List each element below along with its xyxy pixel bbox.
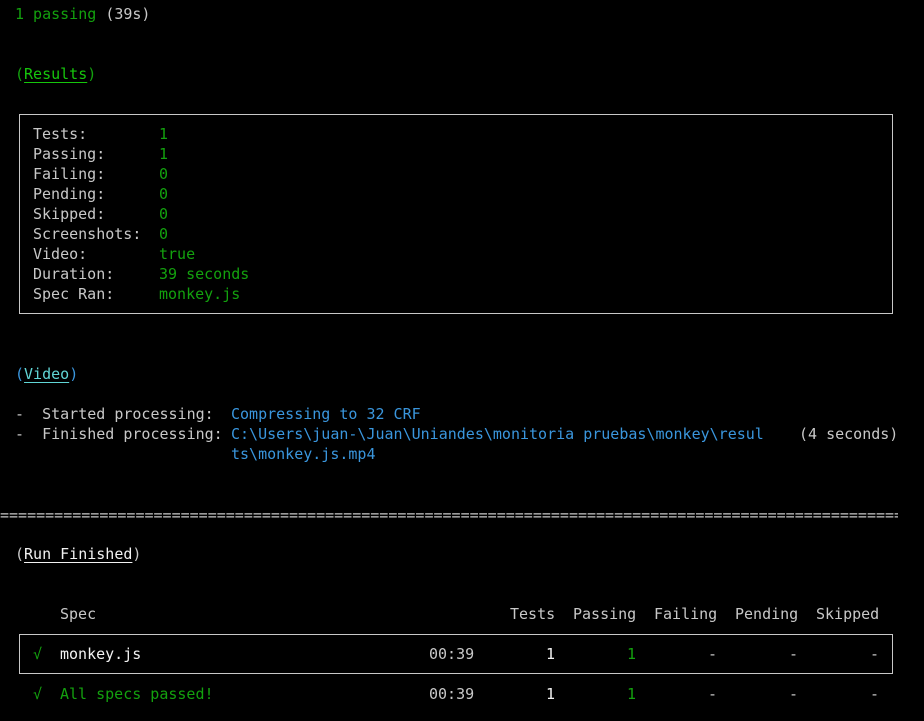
summary-pending: - <box>789 685 799 703</box>
video-file-path-continued: ts\monkey.js.mp4 <box>231 445 376 463</box>
separator-line: ========================================… <box>0 506 898 524</box>
video-finished-label: Finished processing: <box>42 425 223 443</box>
video-heading-label: Video <box>24 365 70 383</box>
video-started-row: - Started processing: <box>15 405 214 423</box>
summary-message: All specs passed! <box>60 685 214 703</box>
check-icon: √ <box>33 645 43 663</box>
results-value-failing: 0 <box>159 165 169 183</box>
column-header-tests: Tests <box>510 605 556 623</box>
passing-summary: 1 passing (39s) <box>15 4 150 24</box>
results-value-video: true <box>159 245 196 263</box>
summary-tests: 1 <box>546 685 556 703</box>
spec-row-time: 00:39 <box>429 645 475 663</box>
results-label-spec-ran: Spec Ran: <box>33 285 115 303</box>
results-label-duration: Duration: <box>33 265 115 283</box>
spec-row-pending: - <box>789 645 799 663</box>
results-label-screenshots: Screenshots: <box>33 225 142 243</box>
summary-failing: - <box>708 685 718 703</box>
column-header-failing: Failing <box>654 605 718 623</box>
results-value-spec-ran: monkey.js <box>159 285 241 303</box>
total-duration: (39s) <box>105 5 151 23</box>
passing-count: 1 passing <box>15 5 97 23</box>
results-label-video: Video: <box>33 245 88 263</box>
run-finished-heading-label: Run Finished <box>24 545 133 563</box>
spec-row-skipped: - <box>870 645 880 663</box>
column-header-passing: Passing <box>573 605 637 623</box>
video-processing-time: (4 seconds) <box>799 425 899 443</box>
video-heading: (Video) <box>15 365 79 383</box>
video-started-value: Compressing to 32 CRF <box>231 405 421 423</box>
results-heading: (Results) <box>15 65 97 83</box>
run-finished-heading: (Run Finished) <box>15 545 142 563</box>
video-file-path: C:\Users\juan-\Juan\Uniandes\monitoria p… <box>231 425 764 443</box>
results-value-pending: 0 <box>159 185 169 203</box>
column-header-skipped: Skipped <box>816 605 880 623</box>
summary-passing: 1 <box>627 685 637 703</box>
column-header-pending: Pending <box>735 605 799 623</box>
results-value-skipped: 0 <box>159 205 169 223</box>
results-value-screenshots: 0 <box>159 225 169 243</box>
results-label-pending: Pending: <box>33 185 106 203</box>
results-value-duration: 39 seconds <box>159 265 250 283</box>
results-label-skipped: Skipped: <box>33 205 106 223</box>
spec-row-name: monkey.js <box>60 645 142 663</box>
results-label-passing: Passing: <box>33 145 106 163</box>
results-heading-label: Results <box>24 65 88 83</box>
results-value-passing: 1 <box>159 145 169 163</box>
results-value-tests: 1 <box>159 125 169 143</box>
results-label-tests: Tests: <box>33 125 88 143</box>
results-label-failing: Failing: <box>33 165 106 183</box>
column-header-spec: Spec <box>60 605 97 623</box>
summary-skipped: - <box>870 685 880 703</box>
video-started-label: Started processing: <box>42 405 214 423</box>
terminal-window: 1 passing (39s) (Results) Tests: 1 Passi… <box>0 0 924 721</box>
video-finished-row: - Finished processing: <box>15 425 223 443</box>
results-box <box>19 114 893 314</box>
summary-time: 00:39 <box>429 685 475 703</box>
spec-row-tests: 1 <box>546 645 556 663</box>
summary-check-icon: √ <box>33 685 43 703</box>
spec-row-failing: - <box>708 645 718 663</box>
spec-row-passing: 1 <box>627 645 637 663</box>
